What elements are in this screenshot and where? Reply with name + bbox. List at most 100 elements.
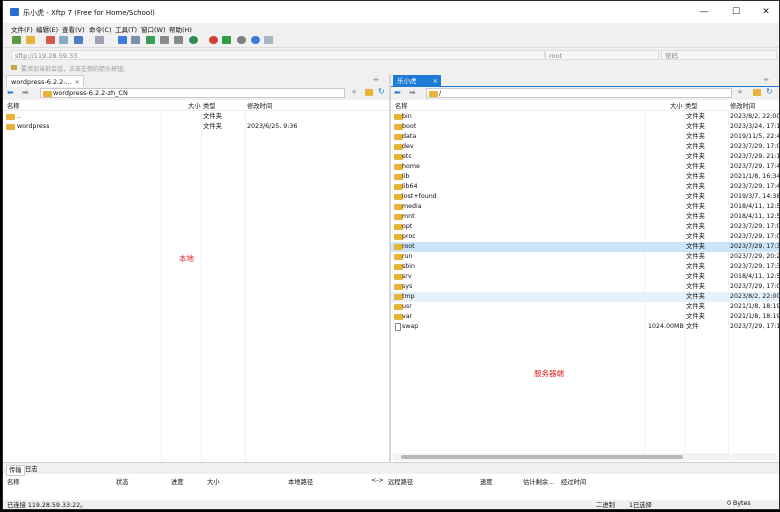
menu-help[interactable]: 帮助(H) <box>169 24 192 34</box>
tab-log[interactable]: 日志 <box>23 465 40 474</box>
table-row[interactable]: dev 文件夹 2023/7/29, 17:0 <box>391 142 779 152</box>
column-name[interactable]: 名称 <box>7 101 20 110</box>
transfer-column-elapsed[interactable]: 经过时间 <box>561 477 586 486</box>
back-icon[interactable]: ⬅ <box>394 88 401 97</box>
local-path-input[interactable]: wordpress-6.2.2-zh_CN <box>40 88 345 98</box>
table-row[interactable]: home 文件夹 2023/7/29, 17:4 <box>391 162 779 172</box>
table-row[interactable]: sys 文件夹 2023/7/29, 17:0 <box>391 282 779 292</box>
back-icon[interactable]: ⬅ <box>7 88 14 97</box>
transfer-column-progress[interactable]: 进度 <box>171 477 184 486</box>
tab-scroll-icon[interactable]: ◂▸ <box>373 76 379 83</box>
column-type[interactable]: 类型 <box>685 101 698 110</box>
column-name[interactable]: 名称 <box>395 101 408 110</box>
settings-icon[interactable] <box>237 36 246 44</box>
help-icon[interactable] <box>251 36 260 44</box>
menu-command[interactable]: 命令(C) <box>89 24 112 34</box>
globe-icon[interactable] <box>189 36 198 44</box>
xftp-icon[interactable] <box>222 36 231 44</box>
close-button[interactable]: ✕ <box>753 4 779 20</box>
table-row[interactable]: data 文件夹 2019/11/5, 22:4 <box>391 132 779 142</box>
password-field[interactable]: 密码 <box>661 50 777 60</box>
tab-transfer[interactable]: 传输 <box>6 465 25 476</box>
tab-local[interactable]: wordpress-6.2.2-... × <box>6 75 84 87</box>
username-field[interactable]: root <box>545 50 659 60</box>
copy-icon[interactable] <box>146 36 155 44</box>
list-item[interactable]: wordpress 文件夹 2023/6/25, 9:36 <box>3 122 389 132</box>
transfer-mode[interactable]: 二进制 <box>596 500 615 509</box>
column-modified[interactable]: 修改时间 <box>730 101 755 110</box>
folder-icon <box>6 124 15 130</box>
column-size[interactable]: 大小 <box>188 101 201 110</box>
column-modified[interactable]: 修改时间 <box>247 101 272 110</box>
link-icon[interactable] <box>59 36 68 44</box>
host-input[interactable]: sftp://119.28.59.33 <box>11 50 545 60</box>
transfer-column-eta[interactable]: 估计剩余... <box>523 477 554 486</box>
file-modified: 2021/1/8, 16:34 <box>730 173 780 180</box>
open-folder-icon[interactable] <box>753 89 761 96</box>
menu-file[interactable]: 文件(F) <box>11 24 33 34</box>
new-transfer-icon[interactable] <box>74 36 83 44</box>
minimize-button[interactable]: — <box>691 4 717 20</box>
chat-icon[interactable] <box>264 36 273 44</box>
file-type: 文件夹 <box>203 123 222 130</box>
xshell-icon[interactable] <box>209 36 218 44</box>
file-modified: 2023/7/29, 17:3 <box>730 263 780 270</box>
table-row[interactable]: srv 文件夹 2018/4/11, 12:5 <box>391 272 779 282</box>
maximize-button[interactable]: ☐ <box>723 4 749 20</box>
forward-icon[interactable]: ➡ <box>22 88 29 97</box>
table-row[interactable]: usr 文件夹 2021/1/8, 18:19 <box>391 302 779 312</box>
menu-window[interactable]: 窗口(W) <box>141 24 166 34</box>
table-row[interactable]: run 文件夹 2023/7/29, 20:2 <box>391 252 779 262</box>
file-name: lost+found <box>402 193 437 200</box>
table-row[interactable]: media 文件夹 2018/4/11, 12:5 <box>391 202 779 212</box>
table-row[interactable]: swap 1024.00MB 文件 2023/7/29, 17:1 <box>391 322 779 332</box>
transfer-column-status[interactable]: 状态 <box>116 477 129 486</box>
table-row[interactable]: proc 文件夹 2023/7/29, 17:0 <box>391 232 779 242</box>
table-row[interactable]: lib 文件夹 2021/1/8, 16:34 <box>391 172 779 182</box>
table-row[interactable]: bin 文件夹 2023/8/2, 22:00 <box>391 112 779 122</box>
menu-edit[interactable]: 编辑(E) <box>36 24 58 34</box>
table-row[interactable]: sbin 文件夹 2023/7/29, 17:3 <box>391 262 779 272</box>
forward-icon[interactable]: ➡ <box>409 88 416 97</box>
menu-tools[interactable]: 工具(T) <box>115 24 137 34</box>
column-size[interactable]: 大小 <box>670 101 683 110</box>
bookmark-icon[interactable]: ★ <box>351 88 357 96</box>
table-row[interactable]: var 文件夹 2021/1/8, 18:19 <box>391 312 779 322</box>
menu-view[interactable]: 查看(V) <box>62 24 85 34</box>
table-row[interactable]: etc 文件夹 2023/7/29, 21:1 <box>391 152 779 162</box>
table-row[interactable]: tmp 文件夹 2023/8/2, 22:00 <box>391 292 779 302</box>
transfer-column-direction[interactable]: <-> <box>371 477 384 484</box>
table-row[interactable]: root 文件夹 2023/7/29, 17:3 <box>391 242 779 252</box>
table-row[interactable]: boot 文件夹 2023/3/24, 17:1 <box>391 122 779 132</box>
open-folder-icon[interactable] <box>365 89 373 96</box>
open-folder-icon[interactable] <box>26 36 35 44</box>
transfer-column-local-path[interactable]: 本地路径 <box>288 477 313 486</box>
refresh-icon[interactable]: ↻ <box>766 87 773 96</box>
transfer-column-speed[interactable]: 速度 <box>480 477 493 486</box>
horizontal-scrollbar[interactable] <box>393 453 777 461</box>
sync-icon[interactable] <box>131 36 140 44</box>
table-row[interactable]: mnt 文件夹 2018/4/11, 12:5 <box>391 212 779 222</box>
layout-icon[interactable] <box>95 36 104 44</box>
list-item[interactable]: .. 文件夹 <box>3 112 389 122</box>
table-row[interactable]: opt 文件夹 2023/7/29, 17:0 <box>391 222 779 232</box>
tab-scroll-icon[interactable]: ◂▸ <box>763 76 769 83</box>
new-session-icon[interactable] <box>12 36 21 44</box>
remote-path-input[interactable]: / <box>426 88 732 98</box>
transfer-column-name[interactable]: 名称 <box>7 477 20 486</box>
disconnect-icon[interactable] <box>46 36 55 44</box>
table-row[interactable]: lib64 文件夹 2023/7/29, 17:4 <box>391 182 779 192</box>
refresh-icon[interactable]: ↻ <box>378 87 385 96</box>
transfer-column-size[interactable]: 大小 <box>207 477 220 486</box>
scrollbar-thumb[interactable] <box>401 455 683 459</box>
transfer-column-remote-path[interactable]: 远程路径 <box>388 477 413 486</box>
file-name: sbin <box>402 263 416 270</box>
paste-alt-icon[interactable] <box>174 36 183 44</box>
refresh-icon[interactable] <box>118 36 127 44</box>
column-type[interactable]: 类型 <box>203 101 216 110</box>
table-row[interactable]: lost+found 文件夹 2019/3/7, 14:38 <box>391 192 779 202</box>
session-add-icon[interactable] <box>11 65 17 70</box>
paste-icon[interactable] <box>160 36 169 44</box>
file-name: usr <box>402 303 412 310</box>
bookmark-icon[interactable]: ★ <box>737 88 743 96</box>
